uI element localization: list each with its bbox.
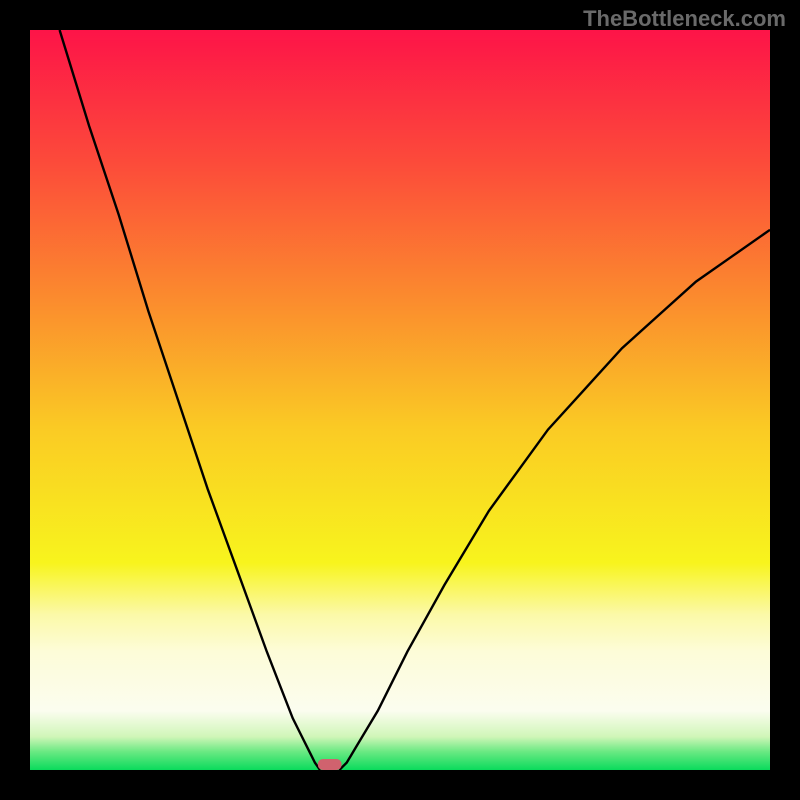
bottom-marker — [318, 759, 342, 770]
watermark-text: TheBottleneck.com — [583, 6, 786, 32]
chart-svg — [30, 30, 770, 770]
chart-plot-area — [30, 30, 770, 770]
gradient-background — [30, 30, 770, 770]
